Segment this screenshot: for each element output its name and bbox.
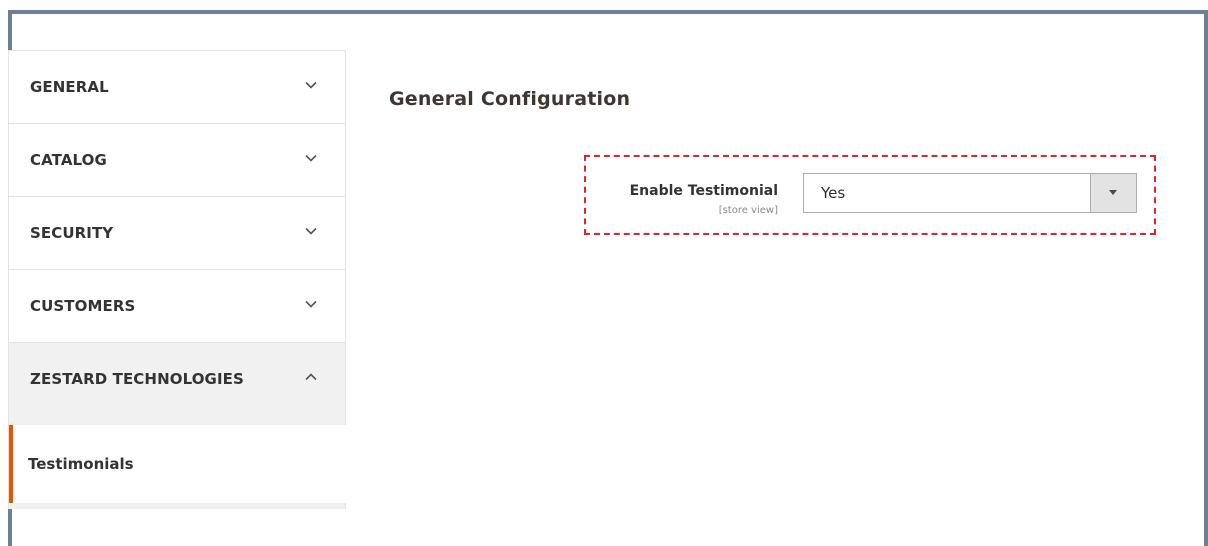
sidebar-item-label: ZESTARD TECHNOLOGIES bbox=[30, 370, 244, 388]
sidebar-subitem-label: Testimonials bbox=[28, 455, 134, 473]
sidebar-subitem-testimonials[interactable]: Testimonials bbox=[9, 425, 347, 503]
section-title: General Configuration bbox=[389, 88, 631, 110]
chevron-down-icon bbox=[305, 81, 317, 89]
triangle-down-icon bbox=[1109, 190, 1117, 195]
chevron-up-icon bbox=[305, 373, 317, 381]
field-scope: [store view] bbox=[718, 205, 778, 216]
sidebar-item-label: CATALOG bbox=[30, 151, 107, 169]
chevron-down-icon bbox=[305, 300, 317, 308]
sidebar-item-customers[interactable]: CUSTOMERS bbox=[8, 269, 346, 342]
sidebar-item-catalog[interactable]: CATALOG bbox=[8, 123, 346, 196]
sidebar-item-general[interactable]: GENERAL bbox=[8, 50, 346, 123]
chevron-down-icon bbox=[305, 154, 317, 162]
sidebar-item-label: GENERAL bbox=[30, 78, 109, 96]
sidebar-item-zestard-technologies[interactable]: ZESTARD TECHNOLOGIES bbox=[8, 342, 346, 415]
sidebar-item-label: SECURITY bbox=[30, 224, 114, 242]
field-label: Enable Testimonial bbox=[629, 183, 778, 199]
chevron-down-icon bbox=[305, 227, 317, 235]
select-value: Yes bbox=[821, 184, 846, 202]
sidebar-item-security[interactable]: SECURITY bbox=[8, 196, 346, 269]
enable-testimonial-select[interactable]: Yes bbox=[803, 173, 1137, 213]
highlighted-field-row: Enable Testimonial [store view] Yes bbox=[584, 155, 1156, 235]
config-sidebar: GENERAL CATALOG SECURITY CUSTOMERS ZESTA… bbox=[8, 50, 347, 540]
sidebar-submenu: Testimonials bbox=[8, 415, 347, 509]
sidebar-item-label: CUSTOMERS bbox=[30, 297, 136, 315]
select-toggle-button[interactable] bbox=[1090, 174, 1136, 212]
